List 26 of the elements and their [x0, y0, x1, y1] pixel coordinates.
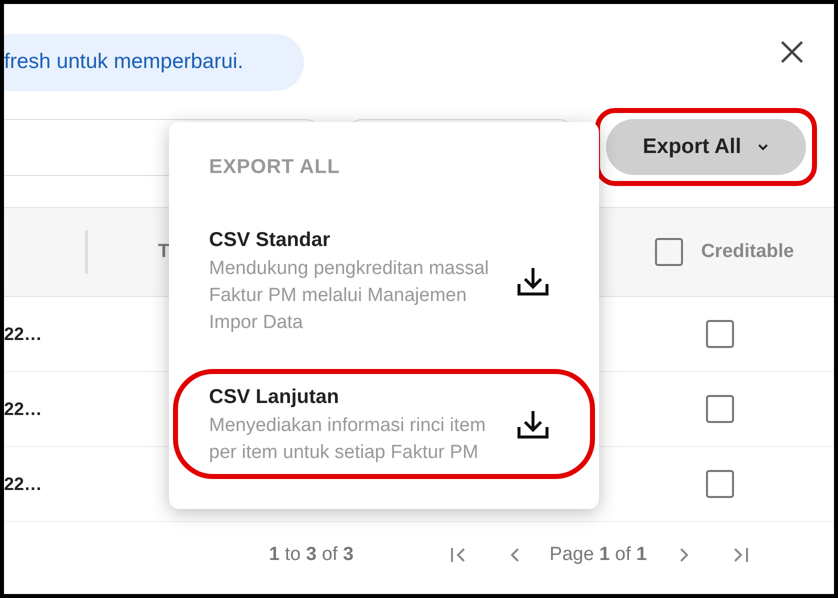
column-header: Creditable — [701, 240, 794, 264]
export-all-button[interactable]: Export All — [606, 119, 806, 175]
checkbox[interactable] — [655, 238, 684, 266]
next-page-icon[interactable] — [678, 547, 689, 563]
page-indicator: Page 1 of 1 — [550, 542, 647, 567]
export-option[interactable]: CSV Lanjutan Menyediakan informasi rinci item per item untuk setiap Faktur PM — [173, 369, 595, 479]
info-banner: fresh untuk memperbarui. — [4, 34, 304, 90]
chevron-down-icon — [757, 143, 770, 151]
download-icon[interactable] — [516, 266, 550, 296]
checkbox[interactable] — [706, 395, 734, 423]
close-icon[interactable] — [780, 40, 804, 64]
checkbox[interactable] — [706, 320, 734, 348]
option-title: CSV Lanjutan — [209, 385, 340, 410]
menu-heading: EXPORT ALL — [209, 155, 341, 180]
export-option[interactable]: CSV Standar Mendukung pengkreditan massal Faktur PM melalui Manajemen Impor Data — [173, 212, 595, 349]
option-description: Mendukung pengkreditan massal Faktur PM melalui Manajemen Impor Data — [209, 257, 490, 335]
column-header: T — [158, 240, 170, 264]
option-description: Menyediakan informasi rinci item per item untuk setiap Faktur PM — [209, 414, 487, 465]
download-icon[interactable] — [516, 409, 550, 439]
checkbox[interactable] — [706, 470, 734, 498]
table-cell-text: 22… — [4, 398, 42, 420]
table-cell-text: 22… — [4, 322, 42, 346]
previous-page-icon[interactable] — [510, 547, 520, 563]
option-title: CSV Standar — [209, 228, 332, 253]
row-range-text: 1 to 3 of 3 — [269, 542, 354, 567]
table-cell-text: 22… — [4, 472, 42, 496]
